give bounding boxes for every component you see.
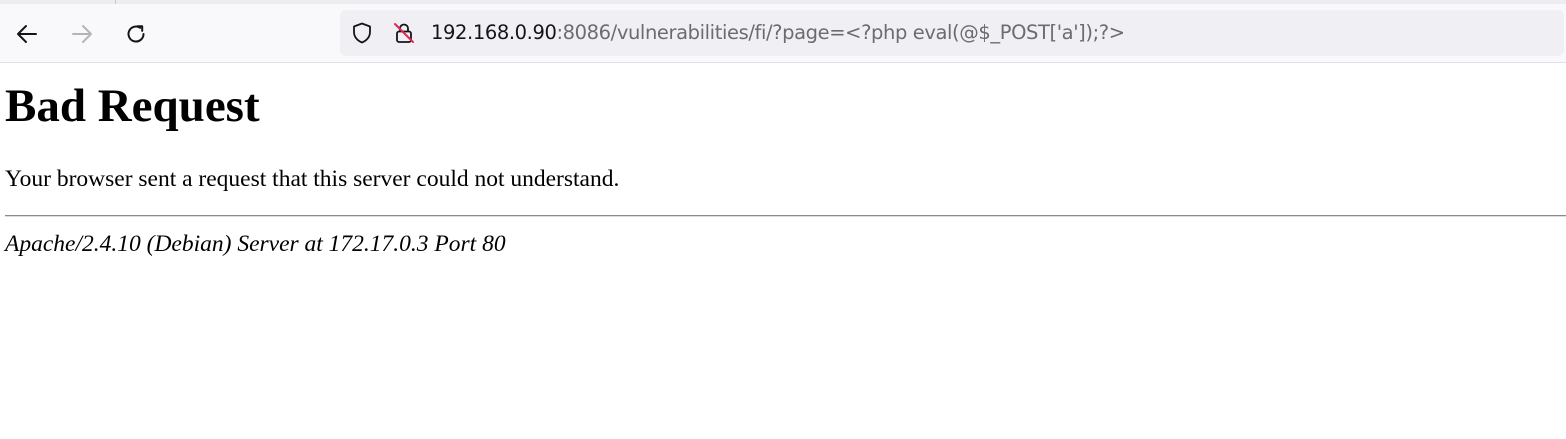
- server-signature: Apache/2.4.10 (Debian) Server at 172.17.…: [5, 231, 506, 257]
- url-text[interactable]: 192.168.0.90:8086/vulnerabilities/fi/?pa…: [431, 10, 1125, 56]
- shield-icon[interactable]: [350, 21, 374, 45]
- page-title: Bad Request: [5, 80, 260, 132]
- url-host: 192.168.0.90: [431, 21, 557, 44]
- browser-toolbar: 192.168.0.90:8086/vulnerabilities/fi/?pa…: [0, 0, 1566, 63]
- reload-button[interactable]: [120, 18, 152, 50]
- arrow-right-icon: [72, 25, 92, 43]
- address-bar[interactable]: 192.168.0.90:8086/vulnerabilities/fi/?pa…: [340, 10, 1564, 56]
- error-message: Your browser sent a request that this se…: [5, 166, 620, 192]
- reload-icon: [127, 25, 145, 43]
- back-button[interactable]: [11, 18, 43, 50]
- insecure-lock-icon[interactable]: [392, 21, 416, 45]
- arrow-left-icon: [17, 25, 37, 43]
- forward-button[interactable]: [66, 18, 98, 50]
- tab-strip-edge: [0, 0, 1566, 4]
- tab-separator: [115, 0, 116, 4]
- horizontal-rule: [5, 215, 1566, 217]
- url-path: :8086/vulnerabilities/fi/?page=<?php eva…: [556, 21, 1125, 44]
